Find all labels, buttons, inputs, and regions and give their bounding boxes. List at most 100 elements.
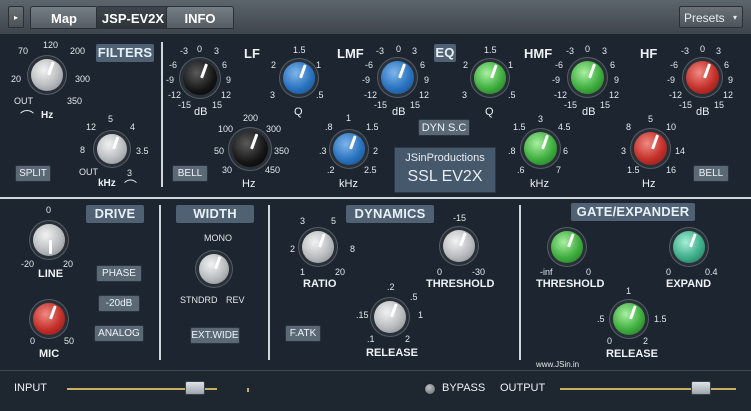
tick: 2 bbox=[290, 244, 296, 254]
tick: 100 bbox=[218, 124, 234, 134]
tick: -15 bbox=[453, 213, 467, 223]
brand-product: SSL EV2X bbox=[407, 168, 483, 185]
tick: 2.5 bbox=[364, 165, 377, 175]
tick: 0 bbox=[666, 267, 672, 277]
expand-knob[interactable] bbox=[673, 231, 705, 263]
tick: 0 bbox=[396, 44, 402, 54]
tick: 3 bbox=[300, 216, 306, 226]
tick: 8 bbox=[626, 122, 632, 132]
tick: OUT bbox=[79, 167, 98, 177]
comp-release-label: RELEASE bbox=[366, 347, 418, 359]
hp-filter-knob[interactable] bbox=[31, 59, 63, 91]
mic-label: MIC bbox=[39, 348, 60, 360]
tick: -9 bbox=[552, 75, 561, 85]
lf-bell-button[interactable]: BELL bbox=[172, 165, 208, 182]
output-slider-thumb[interactable] bbox=[690, 381, 711, 395]
tick: -12 bbox=[554, 90, 568, 100]
mic-drive-knob[interactable] bbox=[33, 303, 65, 335]
tab-info[interactable]: INFO bbox=[166, 6, 234, 29]
hf-gain-unit: dB bbox=[696, 106, 710, 118]
bypass-toggle[interactable] bbox=[424, 383, 436, 395]
dyn-sc-button[interactable]: DYN S.C bbox=[418, 119, 470, 136]
hf-label: HF bbox=[640, 46, 658, 61]
menu-arrow-icon[interactable]: ▸ bbox=[8, 6, 24, 28]
tick: .1 bbox=[367, 334, 375, 344]
tick: MONO bbox=[204, 233, 232, 243]
tab-bar: ▸ Map JSP-EV2X INFO Presets ▾ bbox=[0, 0, 751, 35]
lmf-gain-knob[interactable] bbox=[381, 61, 414, 94]
analog-button[interactable]: ANALOG bbox=[94, 325, 144, 342]
hf-bell-button[interactable]: BELL bbox=[693, 165, 729, 182]
lmf-freq-knob[interactable] bbox=[333, 133, 365, 165]
eq-title: EQ bbox=[434, 44, 456, 62]
hmf-q-knob[interactable] bbox=[474, 62, 506, 94]
tick: 1.5 bbox=[484, 45, 497, 55]
tick: 3 bbox=[538, 114, 544, 124]
tick: -3 bbox=[376, 46, 385, 56]
hmf-freq-knob[interactable] bbox=[524, 132, 557, 165]
chevron-down-icon: ▾ bbox=[732, 13, 737, 22]
comp-threshold-label: THRESHOLD bbox=[426, 278, 495, 290]
tick: 1 bbox=[418, 310, 424, 320]
tick: 300 bbox=[75, 74, 91, 84]
tick: -3 bbox=[566, 46, 575, 56]
lp-filter-knob[interactable] bbox=[97, 134, 127, 164]
ext-wide-button[interactable]: EXT.WIDE bbox=[190, 327, 240, 344]
tick: 1.5 bbox=[513, 122, 526, 132]
fast-attack-button[interactable]: F.ATK bbox=[285, 325, 321, 342]
tick: -9 bbox=[166, 75, 175, 85]
hf-gain-knob[interactable] bbox=[686, 61, 719, 94]
gate-threshold-knob[interactable] bbox=[551, 231, 583, 263]
tab-map[interactable]: Map bbox=[30, 6, 98, 29]
tick: 50 bbox=[214, 146, 225, 156]
tick: 450 bbox=[265, 165, 281, 175]
tab-plugin[interactable]: JSP-EV2X bbox=[96, 6, 170, 29]
lf-gain-knob[interactable] bbox=[183, 61, 217, 95]
tick: 200 bbox=[70, 46, 86, 56]
dynamics-title: DYNAMICS bbox=[346, 205, 434, 223]
comp-threshold-knob[interactable] bbox=[443, 230, 475, 262]
brand-company: JSinProductions bbox=[405, 152, 485, 164]
lf-freq-unit: Hz bbox=[242, 178, 256, 190]
tick: 3 bbox=[716, 46, 722, 56]
line-drive-knob[interactable] bbox=[33, 224, 65, 256]
tick: 0 bbox=[30, 336, 36, 346]
tick: 9 bbox=[614, 75, 620, 85]
tick: 3 bbox=[412, 46, 418, 56]
tick: 3 bbox=[621, 146, 627, 156]
tick: 6 bbox=[724, 60, 730, 70]
gate-release-knob[interactable] bbox=[613, 303, 645, 335]
pad-button[interactable]: -20dB bbox=[98, 295, 140, 312]
width-knob[interactable] bbox=[199, 254, 229, 284]
phase-button[interactable]: PHASE bbox=[96, 265, 142, 282]
hf-freq-knob[interactable] bbox=[634, 132, 667, 165]
tick: -12 bbox=[669, 90, 683, 100]
tick: .2 bbox=[327, 165, 335, 175]
tick: 0 bbox=[437, 267, 443, 277]
tick: 5 bbox=[108, 114, 114, 124]
tick: 350 bbox=[67, 96, 83, 106]
tick: 14 bbox=[675, 146, 686, 156]
tick: 350 bbox=[274, 146, 290, 156]
tick: 1 bbox=[508, 60, 514, 70]
tick: 2 bbox=[271, 60, 277, 70]
comp-release-knob[interactable] bbox=[374, 301, 406, 333]
lowpass-curve-icon: ⌒ bbox=[124, 179, 138, 194]
tick: 70 bbox=[18, 46, 29, 56]
hmf-gain-knob[interactable] bbox=[571, 61, 604, 94]
hmf-freq-unit: kHz bbox=[530, 178, 549, 190]
input-slider-thumb[interactable] bbox=[184, 381, 205, 395]
presets-button[interactable]: Presets ▾ bbox=[679, 6, 743, 28]
tick: -6 bbox=[555, 60, 564, 70]
tick: .2 bbox=[387, 282, 395, 292]
lmf-gain-unit: dB bbox=[392, 106, 406, 118]
tick: 0 bbox=[585, 44, 591, 54]
lmf-q-knob[interactable] bbox=[283, 62, 315, 94]
split-button[interactable]: SPLIT bbox=[15, 165, 51, 182]
lf-label: LF bbox=[244, 46, 260, 61]
lf-freq-knob[interactable] bbox=[232, 131, 268, 167]
tick: -9 bbox=[667, 75, 676, 85]
hmf-gain-unit: dB bbox=[582, 106, 596, 118]
tick: 9 bbox=[728, 75, 734, 85]
ratio-knob[interactable] bbox=[302, 231, 334, 263]
